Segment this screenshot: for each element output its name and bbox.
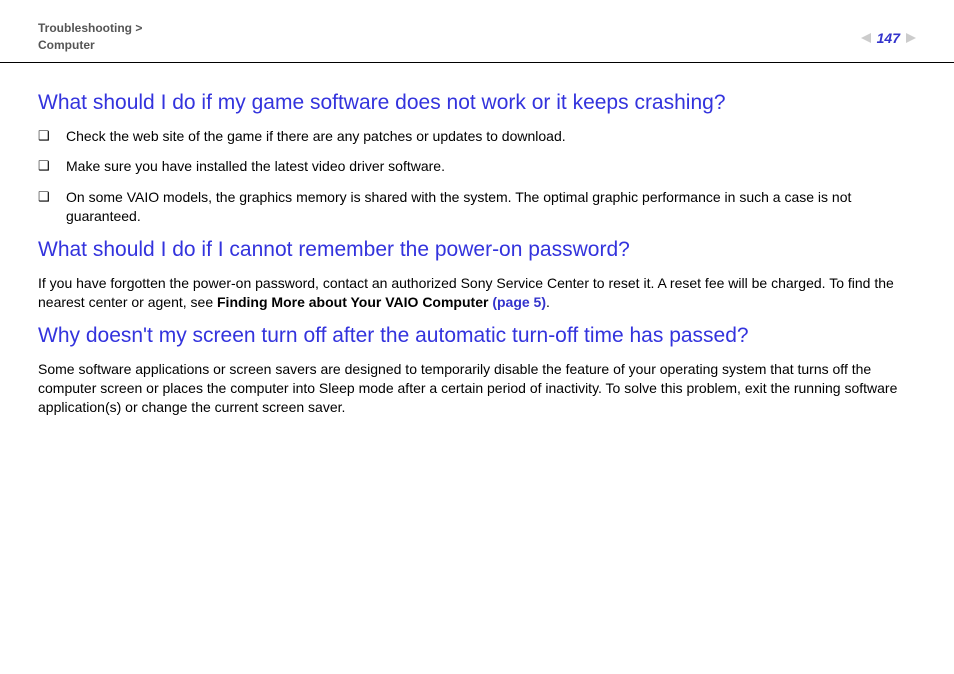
text-post: . (546, 294, 550, 310)
next-page-arrow-icon[interactable] (906, 33, 916, 43)
bold-text: Finding More about Your VAIO Computer (217, 294, 492, 310)
page-link[interactable]: (page 5) (492, 294, 546, 310)
breadcrumb-line2: Computer (38, 37, 142, 54)
body-text-screen-off: Some software applications or screen sav… (38, 360, 916, 417)
breadcrumb-line1: Troubleshooting > (38, 20, 142, 37)
breadcrumb: Troubleshooting > Computer (38, 20, 142, 54)
page-header: Troubleshooting > Computer 147 (0, 0, 954, 63)
section-heading-game-crash: What should I do if my game software doe… (38, 91, 916, 115)
bullet-list-game-crash: Check the web site of the game if there … (38, 127, 916, 227)
prev-page-arrow-icon[interactable] (861, 33, 871, 43)
list-item: Make sure you have installed the latest … (38, 157, 916, 176)
section-heading-password: What should I do if I cannot remember th… (38, 238, 916, 262)
page-navigation: 147 (861, 30, 916, 46)
page-content: What should I do if my game software doe… (0, 63, 954, 417)
section-heading-screen-off: Why doesn't my screen turn off after the… (38, 324, 916, 348)
body-text-password: If you have forgotten the power-on passw… (38, 274, 916, 312)
list-item: On some VAIO models, the graphics memory… (38, 188, 916, 226)
page-number: 147 (877, 30, 900, 46)
list-item: Check the web site of the game if there … (38, 127, 916, 146)
